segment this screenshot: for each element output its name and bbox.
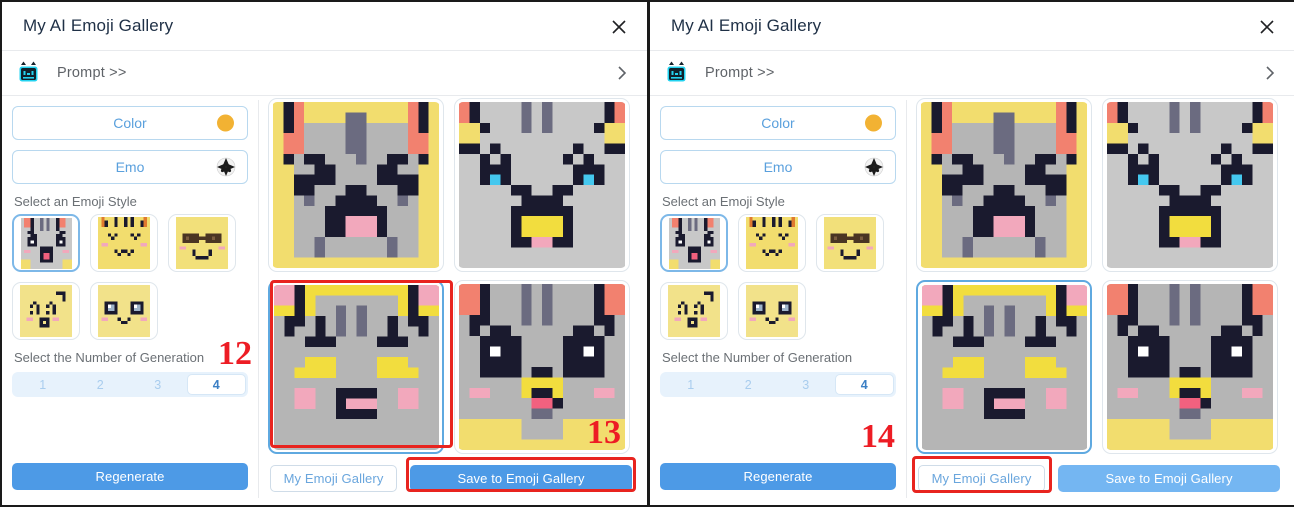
style-thumb-grid: [12, 214, 248, 340]
panel-step-14: My AI Emoji Gallery Prompt >> Color Emo …: [650, 2, 1294, 505]
generation-option-1[interactable]: 1: [14, 374, 72, 395]
color-label-2: Color: [761, 115, 795, 131]
color-circle-icon-2: [865, 114, 882, 132]
footer-right: My Emoji Gallery Save to Emoji Gallery: [650, 453, 1294, 505]
footer-left: My Emoji Gallery Save to Emoji Gallery: [2, 453, 647, 505]
save-to-emoji-gallery-button[interactable]: Save to Emoji Gallery: [410, 465, 632, 492]
window-titlebar: My AI Emoji Gallery: [2, 2, 647, 51]
prompt-row[interactable]: Prompt >>: [2, 51, 647, 96]
generation-option-2-panel2[interactable]: 2: [720, 374, 778, 395]
prompt-row-2[interactable]: Prompt >>: [650, 51, 1294, 96]
style-thumb-sunglasses[interactable]: [168, 214, 236, 272]
my-emoji-gallery-button-2[interactable]: My Emoji Gallery: [918, 465, 1045, 492]
emoji-result-card-1[interactable]: [268, 98, 444, 272]
emo-label: Emo: [115, 159, 145, 175]
emo-select[interactable]: Emo: [12, 150, 248, 184]
style-thumb-grid-2: [660, 214, 896, 340]
annotation-number-12: 12: [218, 335, 252, 372]
prompt-label-2: Prompt >>: [705, 65, 775, 81]
generation-option-4-panel2[interactable]: 4: [834, 374, 894, 395]
style-thumb-blush-smile[interactable]: [12, 282, 80, 340]
page-title-2: My AI Emoji Gallery: [671, 16, 822, 35]
generation-section-label: Select the Number of Generation: [14, 350, 205, 365]
style-thumb-big-eyes[interactable]: [90, 282, 158, 340]
emo-face-icon: [216, 157, 236, 177]
style-thumb-sunglasses-2[interactable]: [816, 214, 884, 272]
panel-body: Color Emo Select an Emoji Style Select t…: [2, 96, 647, 503]
close-icon[interactable]: [607, 15, 631, 39]
close-icon-2[interactable]: [1255, 15, 1279, 39]
generation-option-2[interactable]: 2: [72, 374, 130, 395]
panel-body-2: Color Emo Select an Emoji Style Select t…: [650, 96, 1294, 503]
my-emoji-gallery-button[interactable]: My Emoji Gallery: [270, 465, 397, 492]
options-column: Color Emo Select an Emoji Style Select t…: [2, 96, 258, 503]
emoji-results-grid-2: [916, 98, 1278, 454]
style-thumb-blush-smile-2[interactable]: [660, 282, 728, 340]
panel-divider: [647, 2, 650, 507]
style-section-label-2: Select an Emoji Style: [662, 194, 785, 209]
style-thumb-grey-cat[interactable]: [12, 214, 80, 272]
panel-step-12-13: My AI Emoji Gallery Prompt >> Color Emo …: [2, 2, 647, 505]
robot-cat-icon: [16, 60, 42, 86]
color-circle-icon: [217, 114, 234, 132]
chevron-right-icon[interactable]: [615, 63, 629, 88]
emoji-result-card-2-panel2[interactable]: [1102, 98, 1278, 272]
emoji-results-grid: [268, 98, 630, 454]
emoji-result-card-4-panel2[interactable]: [1102, 280, 1278, 454]
style-section-label: Select an Emoji Style: [14, 194, 137, 209]
annotation-number-14: 14: [861, 418, 895, 455]
save-to-emoji-gallery-button-2[interactable]: Save to Emoji Gallery: [1058, 465, 1280, 492]
emoji-result-card-1-panel2[interactable]: [916, 98, 1092, 272]
emoji-result-card-3[interactable]: [268, 280, 444, 454]
generation-option-3[interactable]: 3: [129, 374, 187, 395]
annotation-number-13: 13: [587, 414, 621, 451]
style-thumb-yellow-tiger[interactable]: [90, 214, 158, 272]
style-thumb-yellow-tiger-2[interactable]: [738, 214, 806, 272]
generation-section-label-2: Select the Number of Generation: [662, 350, 853, 365]
color-select-2[interactable]: Color: [660, 106, 896, 140]
generation-option-3-panel2[interactable]: 3: [777, 374, 835, 395]
emo-face-icon-2: [864, 157, 884, 177]
generation-count-selector[interactable]: 1 2 3 4: [12, 372, 248, 397]
style-thumb-grey-cat-2[interactable]: [660, 214, 728, 272]
color-label: Color: [113, 115, 147, 131]
robot-cat-icon-2: [664, 60, 690, 86]
results-column-2: [906, 96, 1294, 503]
chevron-right-icon-2[interactable]: [1263, 63, 1277, 88]
generation-option-1-panel2[interactable]: 1: [662, 374, 720, 395]
prompt-label: Prompt >>: [57, 65, 127, 81]
generation-count-selector-2[interactable]: 1 2 3 4: [660, 372, 896, 397]
emo-select-2[interactable]: Emo: [660, 150, 896, 184]
page-title: My AI Emoji Gallery: [23, 16, 174, 35]
window-titlebar-2: My AI Emoji Gallery: [650, 2, 1294, 51]
generation-option-4[interactable]: 4: [186, 374, 246, 395]
style-thumb-big-eyes-2[interactable]: [738, 282, 806, 340]
emo-label-2: Emo: [763, 159, 793, 175]
emoji-result-card-3-panel2[interactable]: [916, 280, 1092, 454]
emoji-result-card-2[interactable]: [454, 98, 630, 272]
screenshot-root: My AI Emoji Gallery Prompt >> Color Emo …: [0, 0, 1294, 507]
color-select[interactable]: Color: [12, 106, 248, 140]
